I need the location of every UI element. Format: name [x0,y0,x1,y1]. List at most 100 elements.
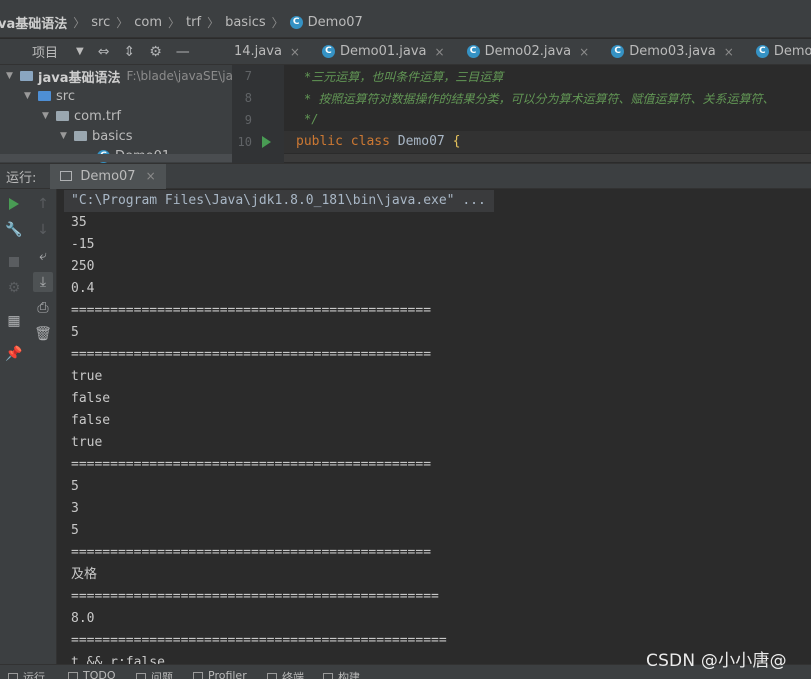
scroll-to-end-icon[interactable]: ⤓ [33,272,53,292]
pin-icon[interactable]: 📌 [4,344,24,364]
minimize-icon[interactable]: — [176,44,190,60]
close-icon[interactable]: × [724,45,734,59]
toolwindow-todo[interactable]: TODO [68,669,116,679]
chevron-right-icon: 〉 [116,16,129,30]
editor-horizontal-scrollbar[interactable] [284,154,811,162]
run-gutter-icon[interactable] [262,136,271,148]
breadcrumb-item-demo07[interactable]: C Demo07 [289,15,363,30]
project-panel-title[interactable]: 项目 [32,42,58,61]
toolwindow-problems[interactable]: 问题 [136,669,173,679]
toolwindow-terminal[interactable]: 终端 [267,669,304,679]
trash-icon[interactable]: 🗑 [33,324,53,344]
expand-all-icon[interactable]: ⇕ [123,44,135,60]
arrow-down-icon[interactable]: ↓ [33,220,53,240]
chevron-down-icon[interactable]: ▼ [42,111,56,121]
breadcrumb-item-module[interactable]: va基础语法 [0,13,67,32]
line-number: 9 [244,113,252,127]
close-icon[interactable]: × [579,45,589,59]
chevron-right-icon: 〉 [271,16,284,30]
line-number: 7 [244,69,252,83]
gear-icon[interactable]: ⚙ [149,44,162,60]
console-line: -15 [71,237,95,252]
toolwindow-profiler[interactable]: Profiler [193,669,247,679]
breadcrumb-label: va基础语法 [0,17,68,32]
keyword-token: public [296,134,343,149]
console-output[interactable]: "C:\Program Files\Java\jdk1.8.0_181\bin\… [57,189,811,664]
console-line: 5 [71,523,79,538]
console-line: ========================================… [71,545,432,560]
tab-demo03-java[interactable]: C Demo03.java × [599,39,744,64]
toolwindow-label: TODO [83,669,116,679]
stop-icon [9,257,19,267]
toolwindow-build[interactable]: 构建 [323,669,360,679]
console-line: 0.4 [71,281,95,296]
rerun-button[interactable] [4,194,24,214]
code-editor[interactable]: *三元运算，也叫条件运算，三目运算 * 按照运算符对数据操作的结果分类，可以分为… [284,65,811,163]
class-icon: C [611,45,625,58]
console-line: "C:\Program Files\Java\jdk1.8.0_181\bin\… [71,193,486,208]
package-icon [56,111,69,121]
wrench-icon[interactable]: 🔧 [4,220,24,240]
run-tab-label: Demo07 [80,168,136,184]
tab-14-java[interactable]: 14.java × [232,39,310,64]
chevron-down-icon[interactable]: ▼ [76,46,84,57]
close-icon[interactable]: × [290,45,300,59]
breadcrumb-label: com [134,15,163,30]
tree-horizontal-scrollbar[interactable] [0,154,232,162]
close-icon[interactable]: × [435,45,445,59]
breadcrumb-label: trf [186,15,202,30]
warning-icon [136,673,146,679]
tab-demo04-java[interactable]: CDemo04.java× [744,39,811,64]
chevron-right-icon: 〉 [168,16,181,30]
breadcrumb-item-basics[interactable]: basics [225,15,266,30]
keyword-token: class [350,134,390,149]
run-tab-demo07[interactable]: Demo07 × [50,163,166,189]
list-icon [68,671,78,679]
stop-button[interactable] [4,252,24,272]
breadcrumb-item-trf[interactable]: trf [186,15,201,30]
debug-gear-icon[interactable]: ⚙ [4,278,24,298]
console-line: false [71,413,111,428]
toolwindow-label: 运行 [23,671,45,679]
hammer-icon [323,673,333,679]
layout-icon[interactable]: ▦ [4,311,24,331]
print-icon[interactable]: ⎙ [33,298,53,318]
class-icon: C [289,16,303,29]
tree-item-basics[interactable]: ▼ basics [60,126,133,146]
breadcrumb-label: basics [225,15,266,30]
chevron-down-icon[interactable]: ▼ [60,131,74,141]
console-line: 3 [71,501,79,516]
console-line: 35 [71,215,87,230]
console-line: 5 [71,479,79,494]
soft-wrap-icon[interactable]: ⤶ [33,246,53,266]
class-icon: C [321,45,335,58]
tab-demo02-java[interactable]: C Demo02.java × [455,39,600,64]
project-panel-header: 项目 ▼ ⇔ ⇕ ⚙ — [0,39,232,65]
class-icon: C [755,45,769,58]
breadcrumb-item-src[interactable]: src [91,15,110,30]
chevron-down-icon[interactable]: ▼ [24,91,38,101]
console-line: true [71,435,103,450]
breadcrumb-item-com[interactable]: com [134,15,162,30]
arrow-up-icon[interactable]: ↑ [33,194,53,214]
collapse-all-icon[interactable]: ⇔ [98,44,110,60]
class-icon: C [466,45,480,58]
tree-item-label: src [56,88,75,104]
chevron-down-icon[interactable]: ▼ [6,71,20,81]
toolwindow-label: 终端 [282,671,304,679]
run-toolbar: 🔧 ⚙ ▦ 📌 [0,189,29,664]
tree-item-src[interactable]: ▼ src [24,86,75,106]
console-line: ========================================… [71,303,432,318]
menu-bar [0,0,811,8]
class-name-token: Demo07 [397,134,445,149]
tab-demo01-java[interactable]: C Demo01.java × [310,39,455,64]
toolwindow-run[interactable]: 运行 [8,669,45,679]
console-line: ========================================… [71,457,432,472]
terminal-icon [267,673,277,679]
close-icon[interactable]: × [146,169,156,183]
tree-item-module[interactable]: ▼ java基础语法 F:\blade\javaSE\jav [6,66,232,86]
chevron-right-icon: 〉 [207,16,220,30]
src-folder-icon [38,91,51,101]
code-line: public class Demo07 { [296,134,460,149]
tree-item-com-trf[interactable]: ▼ com.trf [42,106,121,126]
